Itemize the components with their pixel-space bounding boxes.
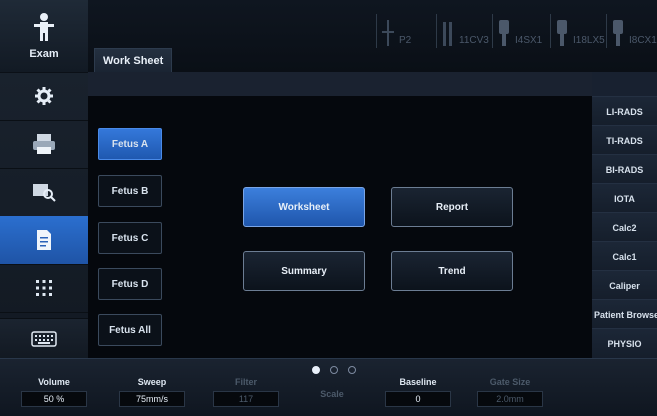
review-button[interactable]: [0, 168, 88, 217]
volume-value: 50 %: [21, 391, 87, 407]
apps-button[interactable]: [0, 264, 88, 313]
print-button[interactable]: [0, 120, 88, 169]
probe-i18lx5[interactable]: I18LX5: [550, 14, 609, 48]
probe-label: I8CX1: [629, 35, 657, 46]
summary-button[interactable]: Summary: [243, 251, 365, 291]
report-button[interactable]: Report: [391, 187, 513, 227]
right-item-label: TI-RADS: [606, 135, 643, 146]
probe-p2[interactable]: P2: [376, 14, 437, 48]
right-item-label: Calc2: [612, 222, 637, 233]
scale-control[interactable]: Scale: [292, 389, 372, 399]
probe-11cv3[interactable]: 11CV3: [436, 14, 493, 48]
iota-button[interactable]: IOTA: [592, 183, 657, 213]
physio-button[interactable]: PHYSIO: [592, 328, 657, 359]
tab-work-sheet[interactable]: Work Sheet: [94, 48, 173, 73]
report-label: Report: [435, 201, 469, 213]
page-indicator: [312, 366, 356, 374]
image-search-icon: [33, 184, 56, 202]
scale-label: Scale: [320, 389, 344, 399]
fetus-c-button[interactable]: Fetus C: [98, 222, 162, 254]
filter-control[interactable]: Filter 117: [206, 377, 286, 407]
right-item-label: LI-RADS: [606, 106, 643, 117]
trend-label: Trend: [438, 265, 466, 277]
fetus-label: Fetus All: [109, 324, 151, 336]
probe-label: P2: [399, 35, 412, 46]
ti-rads-button[interactable]: TI-RADS: [592, 125, 657, 155]
left-sidebar: Exam: [0, 0, 89, 361]
right-item-label: IOTA: [614, 193, 635, 204]
probe-icon: [382, 20, 394, 46]
keyboard-button[interactable]: [0, 318, 88, 360]
summary-label: Summary: [281, 265, 327, 277]
worksheet-button[interactable]: Worksheet: [243, 187, 365, 227]
patient-icon: [34, 13, 54, 41]
tab-label: Work Sheet: [103, 55, 164, 67]
exam-button[interactable]: Exam: [0, 0, 88, 73]
filter-label: Filter: [234, 377, 257, 387]
right-item-label: Patient Browser: [594, 309, 657, 320]
sweep-control[interactable]: Sweep 75mm/s: [112, 377, 192, 407]
probe-icon: [443, 22, 452, 46]
bi-rads-button[interactable]: BI-RADS: [592, 154, 657, 184]
worksheet-label: Worksheet: [278, 201, 330, 213]
probe-i4sx1[interactable]: I4SX1: [492, 14, 551, 48]
calc2-button[interactable]: Calc2: [592, 212, 657, 242]
right-item-label: Caliper: [609, 280, 640, 291]
probe-i8cx1[interactable]: I8CX1: [606, 14, 657, 48]
fetus-label: Fetus A: [111, 138, 149, 150]
ultrasound-app: Exam Work Sheet P2 11CV3 I4SX1 I18LX5 I8…: [0, 0, 657, 416]
worksheet-header-strip: [88, 72, 592, 96]
top-bar: Work Sheet P2 11CV3 I4SX1 I18LX5 I8CX1: [88, 0, 657, 73]
right-item-label: BI-RADS: [605, 164, 644, 175]
caliper-button[interactable]: Caliper: [592, 270, 657, 300]
baseline-label: Baseline: [399, 377, 437, 387]
fetus-all-button[interactable]: Fetus All: [98, 314, 162, 346]
right-sidebar: LI-RADS TI-RADS BI-RADS IOTA Calc2 Calc1…: [592, 72, 657, 359]
probe-icon: [613, 20, 623, 46]
gate-size-control[interactable]: Gate Size 2.0mm: [470, 377, 550, 407]
fetus-label: Fetus B: [111, 185, 149, 197]
trend-button[interactable]: Trend: [391, 251, 513, 291]
fetus-b-button[interactable]: Fetus B: [98, 175, 162, 207]
gear-icon: [35, 87, 53, 105]
right-item-label: Calc1: [612, 251, 637, 262]
baseline-control[interactable]: Baseline 0: [378, 377, 458, 407]
grid-icon: [36, 280, 52, 296]
probe-label: I18LX5: [573, 35, 605, 46]
calc1-button[interactable]: Calc1: [592, 241, 657, 271]
gate-size-value: 2.0mm: [477, 391, 543, 407]
page-dot[interactable]: [330, 366, 338, 374]
printer-icon: [33, 134, 55, 154]
page-dot[interactable]: [348, 366, 356, 374]
volume-label: Volume: [38, 377, 70, 387]
worksheet-area: [88, 96, 592, 358]
fetus-label: Fetus D: [111, 278, 149, 290]
probe-label: 11CV3: [459, 35, 489, 46]
fetus-d-button[interactable]: Fetus D: [98, 268, 162, 300]
patient-browser-button[interactable]: Patient Browser: [592, 299, 657, 329]
baseline-value: 0: [385, 391, 451, 407]
probe-icon: [499, 20, 509, 46]
probe-icon: [557, 20, 567, 46]
gate-size-label: Gate Size: [489, 377, 531, 387]
right-item-label: PHYSIO: [607, 339, 642, 349]
sweep-label: Sweep: [137, 377, 167, 387]
exam-label: Exam: [29, 48, 59, 60]
fetus-label: Fetus C: [111, 232, 149, 244]
sweep-value: 75mm/s: [119, 391, 185, 407]
probe-label: I4SX1: [515, 35, 543, 46]
bottom-control-bar: Volume 50 % Sweep 75mm/s Filter 117 Scal…: [0, 358, 657, 416]
worksheet-nav-button[interactable]: [0, 216, 88, 265]
volume-control[interactable]: Volume 50 %: [14, 377, 94, 407]
filter-value: 117: [213, 391, 279, 407]
page-dot[interactable]: [312, 366, 320, 374]
li-rads-button[interactable]: LI-RADS: [592, 96, 657, 126]
fetus-a-button[interactable]: Fetus A: [98, 128, 162, 160]
keyboard-icon: [31, 331, 57, 347]
document-icon: [37, 230, 51, 250]
settings-button[interactable]: [0, 72, 88, 121]
